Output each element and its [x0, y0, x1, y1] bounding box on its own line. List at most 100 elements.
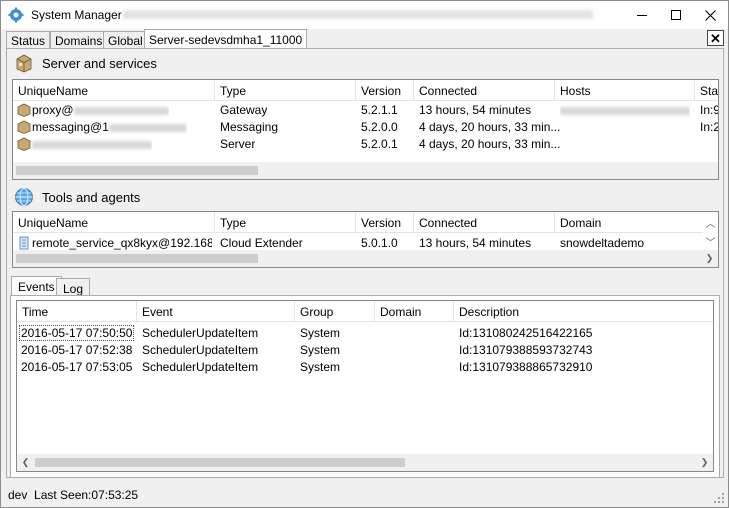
column-type[interactable]: Type: [215, 80, 356, 101]
events-list-hscrollbar[interactable]: ❮ ❯: [17, 454, 713, 471]
chevron-right-icon: ❯: [700, 457, 709, 467]
event-time: 2016-05-17 07:52:38: [21, 343, 133, 357]
server-status: In:9: [700, 103, 719, 117]
close-icon: ✕: [710, 30, 721, 46]
event-time: 2016-05-17 07:53:05: [21, 360, 133, 374]
server-version: 5.2.0.1: [361, 137, 398, 151]
column-uniquename[interactable]: UniqueName: [13, 212, 215, 233]
scrollbar-thumb[interactable]: [16, 254, 258, 263]
system-manager-window: System Manager - Status Domains Global S…: [0, 0, 729, 508]
column-status[interactable]: Stat: [695, 80, 718, 101]
server-box-icon: [16, 54, 32, 73]
event-group: System: [300, 326, 341, 340]
tools-section-header: Tools and agents: [14, 187, 140, 207]
tools-section-title: Tools and agents: [42, 189, 141, 205]
tool-version: 5.0.1.0: [361, 236, 398, 250]
scroll-left-button[interactable]: ❮: [17, 454, 34, 471]
events-list-header: Time Event Group Domain Description: [17, 301, 713, 322]
column-hosts[interactable]: Hosts: [555, 80, 695, 101]
close-window-button[interactable]: [693, 1, 727, 29]
column-type[interactable]: Type: [215, 212, 356, 233]
column-connected[interactable]: Connected: [414, 212, 555, 233]
column-connected[interactable]: Connected: [414, 80, 555, 101]
server-type: Messaging: [220, 120, 279, 134]
event-description: Id:131079388593732743: [459, 343, 593, 357]
column-version[interactable]: Version: [356, 212, 414, 233]
close-icon: [704, 9, 716, 21]
tools-list-hscrollbar[interactable]: ❯: [13, 250, 718, 267]
tab-server[interactable]: Server-sedevsdmha1_11000: [144, 29, 308, 48]
chevron-left-icon: ❮: [21, 457, 30, 467]
server-connected: 4 days, 20 hours, 33 min...: [419, 137, 561, 151]
window-title: System Manager -: [31, 8, 130, 22]
server-status: In:2: [700, 120, 719, 134]
column-time[interactable]: Time: [17, 301, 137, 322]
events-list[interactable]: Time Event Group Domain Description 2016…: [16, 300, 714, 472]
table-row[interactable]: Server 5.2.0.1 4 days, 20 hours, 33 min.…: [13, 136, 718, 153]
server-name: messaging@1: [32, 120, 187, 134]
event-name: SchedulerUpdateItem: [142, 360, 259, 374]
server-hosts: [560, 103, 690, 117]
event-description: Id:131079388865732910: [459, 360, 593, 374]
server-list-hscrollbar[interactable]: [13, 162, 718, 179]
column-event[interactable]: Event: [137, 301, 295, 322]
chevron-up-icon: ︿: [705, 219, 716, 230]
gear-icon: [8, 7, 24, 23]
server-section-title: Server and services: [42, 55, 157, 71]
column-domain[interactable]: Domain: [555, 212, 703, 233]
event-description: Id:131080242516422165: [459, 326, 593, 340]
minimize-button[interactable]: [625, 1, 659, 29]
scroll-down-button[interactable]: ﹀: [702, 233, 718, 250]
box-icon: [17, 120, 31, 134]
server-list-header: UniqueName Type Version Connected Hosts …: [13, 80, 718, 101]
table-row[interactable]: 2016-05-17 07:53:05 SchedulerUpdateItem …: [17, 359, 713, 376]
tab-events[interactable]: Events: [11, 276, 62, 297]
tab-status[interactable]: Status: [6, 31, 51, 48]
status-text: dev Last Seen:07:53:25: [8, 488, 139, 502]
table-row[interactable]: proxy@ Gateway 5.2.1.1 13 hours, 54 minu…: [13, 102, 719, 119]
box-icon: [17, 103, 31, 117]
event-time: 2016-05-17 07:50:50: [19, 325, 135, 341]
server-name: [32, 137, 152, 151]
scrollbar-thumb[interactable]: [16, 166, 258, 175]
column-uniquename[interactable]: UniqueName: [13, 80, 215, 101]
server-list[interactable]: UniqueName Type Version Connected Hosts …: [12, 79, 719, 180]
maximize-icon: [671, 10, 681, 20]
minimize-icon: [637, 14, 647, 16]
scroll-right-button[interactable]: ❯: [696, 454, 713, 471]
scroll-right-button[interactable]: ❯: [701, 250, 718, 267]
box-icon: [17, 137, 31, 151]
column-version[interactable]: Version: [356, 80, 414, 101]
table-row[interactable]: 2016-05-17 07:50:50 SchedulerUpdateItem …: [17, 325, 713, 342]
server-type: Server: [220, 137, 256, 151]
event-name: SchedulerUpdateItem: [142, 343, 259, 357]
server-connected: 13 hours, 54 minutes: [419, 103, 532, 117]
tools-list-header: UniqueName Type Version Connected Domain: [13, 212, 703, 233]
tool-domain: snowdeltademo: [560, 236, 645, 250]
globe-icon: [15, 188, 33, 206]
server-version: 5.2.1.1: [361, 103, 398, 117]
redacted-title-detail: [123, 10, 593, 19]
event-group: System: [300, 360, 341, 374]
column-domain[interactable]: Domain: [375, 301, 454, 322]
resize-grip-icon[interactable]: [714, 493, 724, 503]
status-bar: dev Last Seen:07:53:25: [1, 483, 728, 507]
chevron-down-icon: ﹀: [705, 238, 716, 249]
scrollbar-thumb[interactable]: [35, 458, 405, 467]
table-row[interactable]: messaging@1 Messaging 5.2.0.0 4 days, 20…: [13, 119, 719, 136]
column-description[interactable]: Description: [454, 301, 713, 322]
column-group[interactable]: Group: [295, 301, 375, 322]
tab-global[interactable]: Global: [103, 31, 148, 48]
close-tab-button[interactable]: ✕: [707, 30, 724, 46]
title-bar: System Manager -: [1, 1, 728, 29]
maximize-button[interactable]: [659, 1, 693, 29]
tool-type: Cloud Extender: [220, 236, 303, 250]
chevron-right-icon: ❯: [705, 253, 714, 263]
scroll-up-button[interactable]: ︿: [702, 214, 718, 231]
events-panel: Time Event Group Domain Description 2016…: [10, 295, 720, 478]
event-group: System: [300, 343, 341, 357]
table-row[interactable]: 2016-05-17 07:52:38 SchedulerUpdateItem …: [17, 342, 713, 359]
server-version: 5.2.0.0: [361, 120, 398, 134]
tab-domains[interactable]: Domains: [50, 31, 108, 48]
tools-list[interactable]: UniqueName Type Version Connected Domain…: [12, 211, 719, 268]
